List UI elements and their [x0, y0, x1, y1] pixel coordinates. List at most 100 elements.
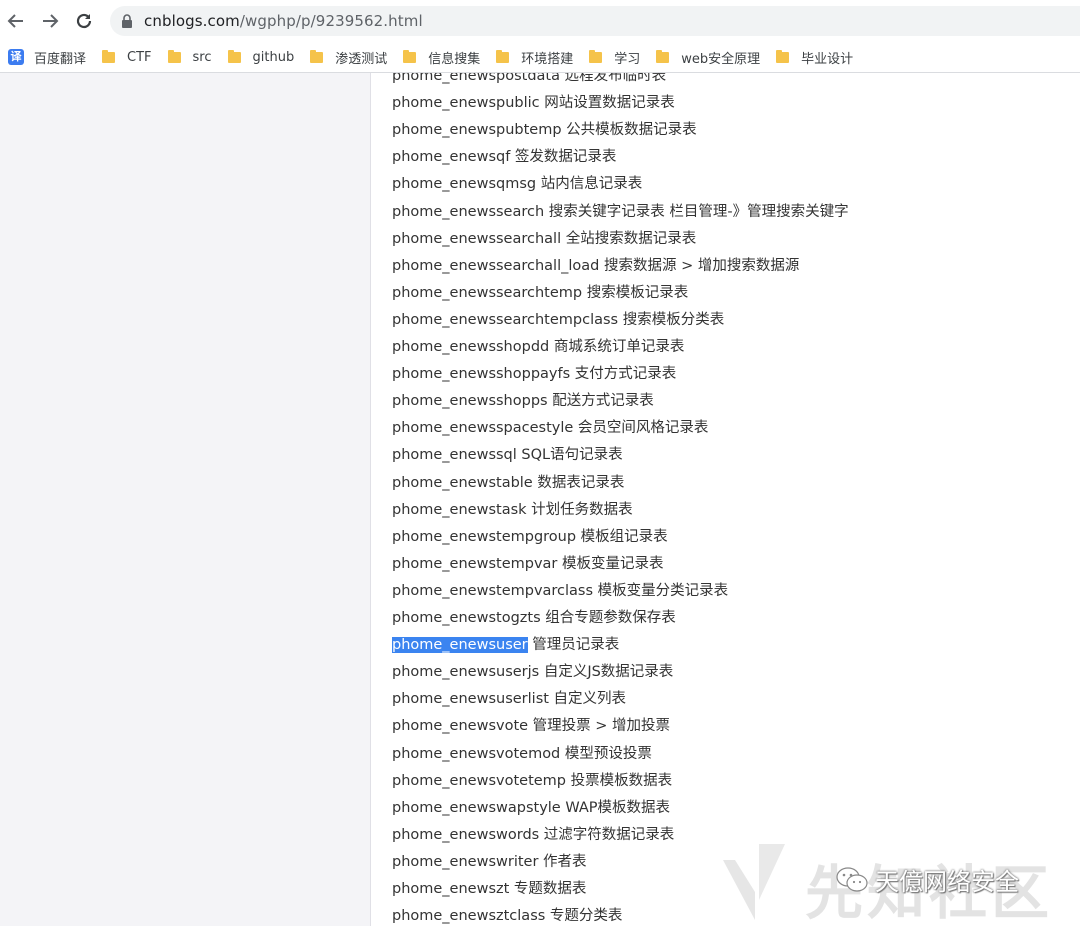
line-text: phome_enewswapstyle WAP模板数据表: [392, 799, 671, 816]
table-description-line: phome_enewsuserlist 自定义列表: [392, 688, 626, 710]
line-text: 管理员记录表: [527, 637, 620, 654]
table-description-line: phome_enewswapstyle WAP模板数据表: [392, 797, 670, 819]
folder-icon: [656, 49, 670, 63]
line-text: phome_enewspubtemp 公共模板数据记录表: [392, 122, 697, 139]
bookmark-item[interactable]: 信息搜集: [395, 45, 488, 69]
line-text: phome_enewssearchtempclass 搜索模板分类表: [392, 311, 725, 328]
line-text: phome_enewstask 计划任务数据表: [392, 501, 633, 518]
line-text: phome_enewszt 专题数据表: [392, 881, 587, 897]
bookmark-label: 学习: [614, 51, 641, 67]
table-description-line: phome_enewswords 过滤字符数据记录表: [392, 824, 674, 846]
table-description-line: phome_enewspublic 网站设置数据记录表: [392, 92, 675, 114]
line-text: phome_enewsuserlist 自定义列表: [392, 691, 627, 708]
bookmark-item[interactable]: github: [220, 45, 303, 69]
table-description-line: phome_enewsqf 签发数据记录表: [392, 146, 616, 168]
forward-button[interactable]: [38, 9, 62, 33]
back-button[interactable]: [4, 9, 28, 33]
bookmark-label: src: [192, 49, 212, 65]
line-text: phome_enewstempvarclass 模板变量分类记录表: [392, 582, 729, 599]
bookmark-item[interactable]: 毕业设计: [768, 45, 861, 69]
bookmark-item[interactable]: 译百度翻译: [0, 45, 94, 69]
table-description-line: phome_enewssearchall_load 搜索数据源 > 增加搜索数据…: [392, 255, 799, 277]
line-text: phome_enewstogzts 组合专题参数保存表: [392, 610, 676, 626]
table-description-line: phome_enewsvotetemp 投票模板数据表: [392, 770, 672, 792]
url-host: cnblogs.com: [144, 12, 240, 30]
table-description-line: phome_enewstempgroup 模板组记录表: [392, 526, 668, 548]
line-text: phome_enewswriter 作者表: [392, 853, 587, 870]
article-content: phome_enewspostdata 远程发布临时表 phome_enewspu…: [392, 73, 1072, 926]
folder-icon: [102, 49, 116, 63]
line-text: phome_enewsshopps 配送方式记录表: [392, 393, 654, 410]
line-text: phome_enewsuserjs 自定义JS数据记录表: [392, 664, 674, 681]
table-description-line: phome_enewstempvar 模板变量记录表: [392, 553, 663, 575]
bookmark-item[interactable]: src: [160, 45, 220, 69]
table-description-line: phome_enewssearchtemp 搜索模板记录表: [392, 282, 688, 304]
line-text: phome_enewsshopdd 商城系统订单记录表: [392, 339, 685, 355]
folder-icon: [403, 49, 417, 63]
line-text: phome_enewswords 过滤字符数据记录表: [392, 826, 675, 843]
url-path: /wgphp/p/9239562.html: [239, 12, 423, 30]
line-text: phome_enewstempgroup 模板组记录表: [392, 528, 668, 545]
table-description-line: phome_enewsvote 管理投票 > 增加投票: [392, 715, 670, 737]
line-text: phome_enewsvotemod 模型预设投票: [392, 745, 652, 762]
bookmark-item[interactable]: 学习: [581, 45, 648, 69]
line-text: phome_enewssearch 搜索关键字记录表 栏目管理-》管理搜索关键字: [392, 203, 849, 220]
bookmark-item[interactable]: 渗透测试: [302, 45, 395, 69]
left-sidebar-pane: [0, 73, 371, 926]
arrow-left-icon: [7, 14, 23, 28]
reload-button[interactable]: [72, 9, 96, 33]
line-text: phome_enewsztclass 专题分类表: [392, 908, 623, 925]
table-description-line: phome_enewsshopdd 商城系统订单记录表: [392, 336, 684, 358]
table-description-line: phome_enewsvotemod 模型预设投票: [392, 743, 652, 765]
folder-icon: [776, 49, 790, 63]
line-text: phome_enewsvotetemp 投票模板数据表: [392, 772, 673, 789]
line-text: phome_enewssearchtemp 搜索模板记录表: [392, 284, 689, 301]
translate-icon: 译: [8, 49, 24, 65]
table-description-line: phome_enewsuser 管理员记录表: [392, 634, 619, 656]
bookmark-label: web安全原理: [681, 51, 761, 67]
table-description-line: phome_enewszt 专题数据表: [392, 878, 586, 900]
wechat-icon: [836, 866, 868, 892]
table-description-line: phome_enewspubtemp 公共模板数据记录表: [392, 119, 697, 141]
table-description-line: phome_enewsshoppayfs 支付方式记录表: [392, 363, 676, 385]
table-description-line: phome_enewstempvarclass 模板变量分类记录表: [392, 580, 728, 602]
reload-icon: [76, 13, 92, 29]
lock-icon[interactable]: [120, 14, 134, 28]
line-text: phome_enewstable 数据表记录表: [392, 474, 625, 491]
folder-icon: [310, 49, 324, 63]
table-description-line: phome_enewssearch 搜索关键字记录表 栏目管理-》管理搜索关键字: [392, 201, 849, 223]
table-description-line: phome_enewssql SQL语句记录表: [392, 444, 623, 466]
line-text: phome_enewsshoppayfs 支付方式记录表: [392, 366, 677, 383]
table-description-line: phome_enewssearchall 全站搜索数据记录表: [392, 228, 696, 250]
table-description-line: phome_enewstask 计划任务数据表: [392, 499, 633, 521]
bookmark-item[interactable]: 环境搭建: [488, 45, 581, 69]
bookmark-label: 信息搜集: [428, 51, 481, 67]
watermark-account-name: 天億网络安全: [875, 868, 1019, 896]
bookmark-label: 毕业设计: [801, 51, 854, 67]
xianzhi-logo-icon: [723, 844, 785, 920]
address-bar[interactable]: cnblogs.com/wgphp/p/9239562.html: [110, 6, 1080, 36]
line-text: phome_enewsqmsg 站内信息记录表: [392, 176, 643, 193]
bookmark-item[interactable]: CTF: [94, 45, 160, 69]
table-description-line: phome_enewsuserjs 自定义JS数据记录表: [392, 661, 673, 683]
selected-text[interactable]: phome_enewsuser: [392, 637, 528, 654]
line-text: phome_enewssql SQL语句记录表: [392, 447, 623, 464]
bookmarks-bar: 译百度翻译 CTF src github 渗透测试 信息搜集 环境搭建 学习 web安全原理 毕业…: [0, 42, 1080, 73]
table-description-line: phome_enewssearchtempclass 搜索模板分类表: [392, 309, 724, 331]
line-text: phome_enewssearchall 全站搜索数据记录表: [392, 230, 697, 247]
table-description-line: phome_enewspostdata 远程发布临时表: [392, 73, 666, 87]
url-text: cnblogs.com/wgphp/p/9239562.html: [144, 12, 423, 30]
folder-icon: [496, 49, 510, 63]
line-text: phome_enewspostdata 远程发布临时表: [392, 73, 667, 84]
folder-icon: [589, 49, 603, 63]
bookmark-label: 渗透测试: [335, 51, 388, 67]
folder-icon: [227, 49, 241, 63]
table-description-line: phome_enewsqmsg 站内信息记录表: [392, 173, 642, 195]
bookmark-label: 百度翻译: [34, 51, 87, 67]
table-description-line: phome_enewsztclass 专题分类表: [392, 905, 622, 926]
line-text: phome_enewsspacestyle 会员空间风格记录表: [392, 420, 709, 437]
bookmark-item[interactable]: web安全原理: [648, 45, 768, 69]
bookmark-label: github: [252, 49, 295, 65]
line-text: phome_enewstempvar 模板变量记录表: [392, 555, 664, 572]
bookmark-label: CTF: [127, 49, 152, 65]
